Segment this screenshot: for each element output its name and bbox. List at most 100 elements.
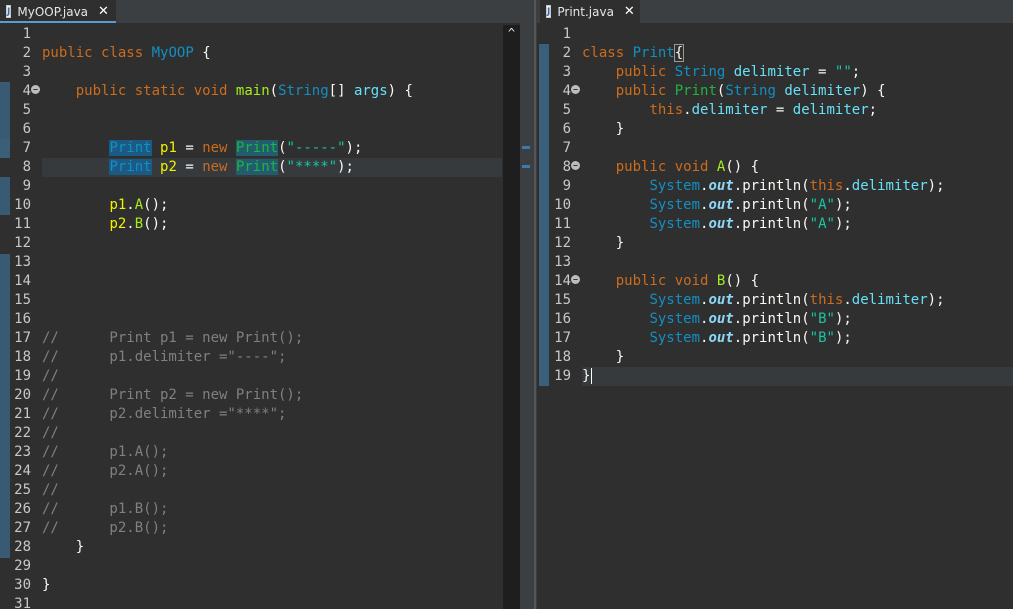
line-number: 5 (562, 102, 571, 118)
punctuation: . (126, 216, 135, 232)
punctuation: = (185, 140, 194, 156)
punctuation: (); (143, 216, 169, 232)
class-ref: System (649, 330, 701, 346)
java-file-icon: J (546, 5, 552, 18)
punctuation: ( (278, 159, 287, 175)
print-editor-pane: J Print.java ✕ 1 2 3 4−5 6 7 8−9 10 11 12 13 14−15 1… (537, 0, 1013, 609)
tab-myoop-java[interactable]: J MyOOP.java ✕ (0, 0, 116, 23)
line-number: 7 (22, 140, 31, 156)
punctuation: { (404, 83, 413, 99)
line-number: 14− (540, 272, 580, 291)
type-name: String (674, 64, 726, 80)
punctuation: ( (801, 311, 810, 327)
parameter: delimiter (792, 102, 869, 118)
code-line: Print p1 = new Print("-----"); (42, 139, 502, 158)
method-call: B (134, 216, 144, 232)
punctuation: ( (801, 197, 810, 213)
line-number: 15 (14, 292, 31, 308)
code-editor[interactable]: 1 2 3 4−5 6 7 8 9 10 11 12 13 14 15 16 17 18 19 20 21 22 23 24… (0, 25, 520, 609)
line-number: 2 (562, 45, 571, 61)
code-line: } (42, 538, 502, 557)
keyword: new (202, 140, 228, 156)
keyword: this (649, 102, 684, 118)
line-number: 1 (562, 26, 571, 42)
ide-window: J MyOOP.java ✕ 1 2 3 4−5 6 7 8 9 10 11 12 13 14 15 16 1… (0, 0, 1013, 609)
line-number: 12 (14, 235, 31, 251)
keyword: void (193, 83, 228, 99)
punctuation: . (843, 178, 852, 194)
method-call: A (134, 197, 144, 213)
left-tab-bar: J MyOOP.java ✕ (0, 0, 520, 23)
static-field: out (708, 292, 734, 308)
punctuation: = (775, 102, 785, 118)
line-number: 14 (14, 273, 31, 289)
line-number: 1 (22, 26, 31, 42)
current-code-line: Print p2 = new Print("****"); (42, 158, 502, 177)
line-number: 10 (554, 197, 571, 213)
code-line: public void B() { (582, 272, 1013, 291)
fold-collapse-icon[interactable]: − (571, 161, 580, 170)
line-number: 2 (22, 45, 31, 61)
class-ref: System (649, 292, 701, 308)
parameter: delimiter (784, 83, 861, 99)
class-ref: System (649, 216, 701, 232)
line-number: 6 (22, 121, 31, 137)
punctuation: ); (337, 159, 354, 175)
comment-line: // p2.delimiter ="****"; (42, 406, 287, 422)
close-icon[interactable]: ✕ (98, 4, 109, 19)
punctuation: . (733, 292, 743, 308)
overview-mark[interactable] (522, 146, 530, 149)
line-number: 21 (14, 406, 31, 422)
line-number: 30 (14, 577, 31, 593)
line-number: 12 (554, 235, 571, 251)
scroll-up-arrow-icon[interactable]: ^ (503, 25, 520, 42)
code-line: } (582, 348, 1013, 367)
close-icon[interactable]: ✕ (624, 4, 635, 19)
field: delimiter (733, 64, 810, 80)
static-field: out (708, 330, 734, 346)
code-line: } (42, 576, 502, 595)
punctuation: } (615, 235, 625, 251)
tab-print-java[interactable]: J Print.java ✕ (540, 0, 640, 23)
parameter: args (353, 83, 388, 99)
keyword: public (615, 83, 667, 99)
tab-label: Print.java (557, 4, 614, 19)
text-cursor (591, 368, 593, 384)
punctuation: . (733, 178, 743, 194)
string-literal: "B" (809, 311, 835, 327)
keyword: public (615, 273, 667, 289)
punctuation: ( (801, 330, 810, 346)
line-number: 18 (14, 349, 31, 365)
code-editor[interactable]: 1 2 3 4−5 6 7 8−9 10 11 12 13 14−15 16 17 18 19 class P… (537, 25, 1013, 609)
keyword: this (809, 178, 844, 194)
fold-collapse-icon[interactable]: − (571, 275, 580, 284)
line-number: 19 (14, 368, 31, 384)
pane-splitter[interactable] (534, 0, 536, 609)
punctuation: ; (868, 102, 878, 118)
line-number: 5 (22, 102, 31, 118)
code-line: System.out.println("A"); (582, 196, 1013, 215)
punctuation: . (733, 216, 743, 232)
punctuation: ( (801, 216, 810, 232)
punctuation: ) (387, 83, 397, 99)
class-name: Print (632, 45, 675, 61)
fold-collapse-icon[interactable]: − (571, 85, 580, 94)
vertical-scrollbar[interactable]: ^ (503, 25, 520, 609)
class-ref: System (649, 197, 701, 213)
line-number: 20 (14, 387, 31, 403)
line-number: 29 (14, 558, 31, 574)
right-tab-bar: J Print.java ✕ (537, 0, 1013, 23)
code-line: p1.A(); (42, 196, 502, 215)
code-content[interactable]: public class MyOOP { public static void … (42, 25, 502, 609)
overview-mark[interactable] (522, 165, 530, 168)
punctuation: ); (927, 292, 945, 308)
field: delimiter (851, 178, 928, 194)
line-numbers: 1 2 3 4−5 6 7 8 9 10 11 12 13 14 15 16 17 18 19 20 21 22 23 24… (0, 25, 40, 609)
fold-collapse-icon[interactable]: − (31, 85, 40, 94)
code-content[interactable]: class Print{ public String delimiter = "… (582, 25, 1013, 386)
class-name: MyOOP (151, 45, 194, 61)
